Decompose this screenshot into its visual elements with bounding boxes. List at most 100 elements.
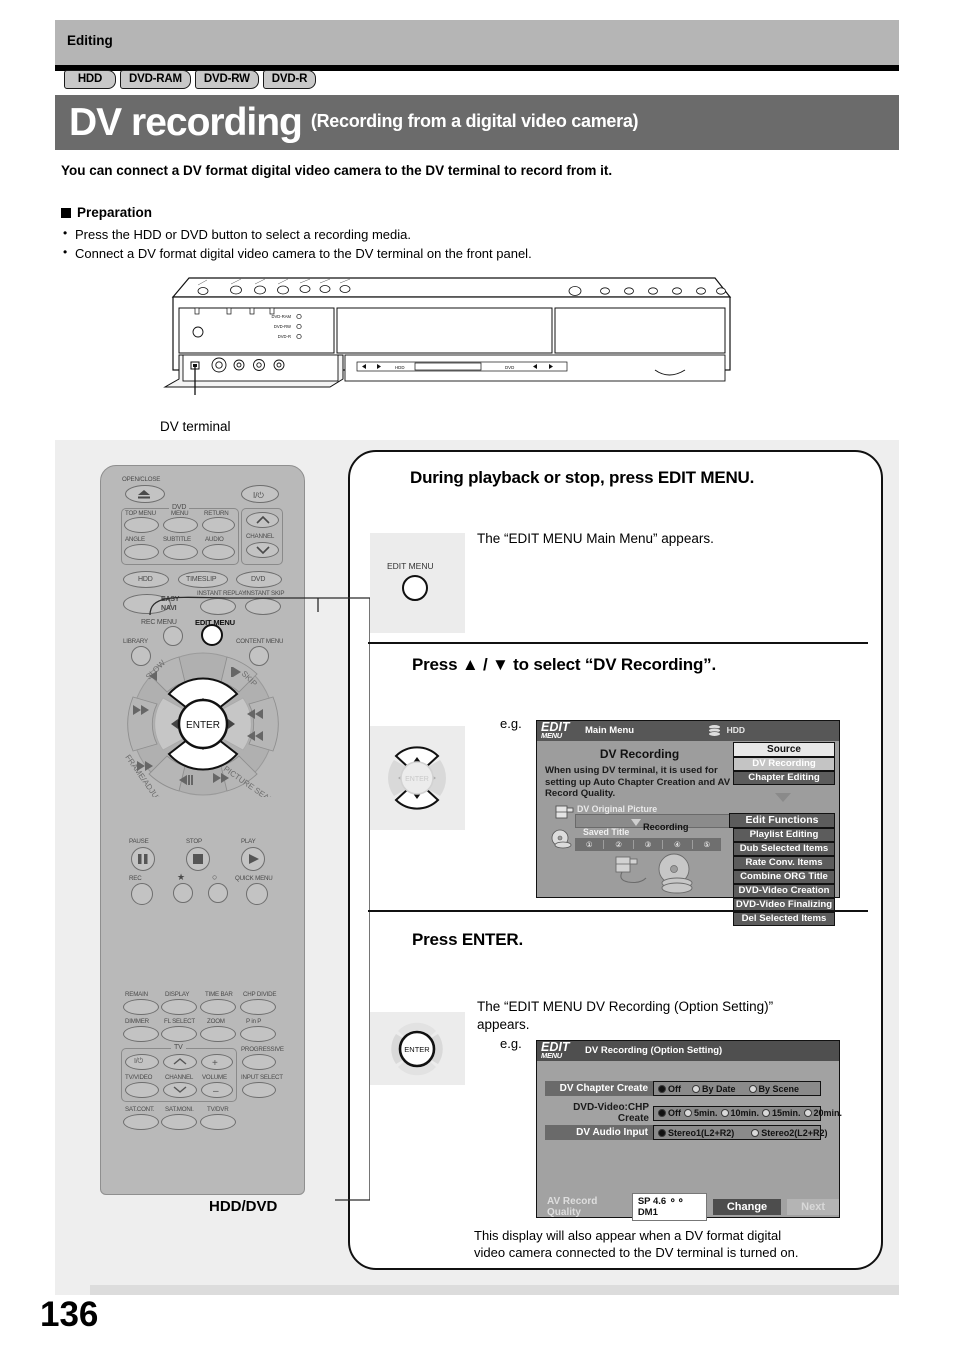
- remote-label-menu: MENU: [171, 510, 189, 517]
- remote-menu-button[interactable]: [163, 517, 198, 533]
- option-label: DV Chapter Create: [545, 1081, 653, 1096]
- change-button[interactable]: Change: [712, 1199, 782, 1215]
- page-subtitle: (Recording from a digital video camera): [310, 111, 639, 131]
- remote-label-channel: CHANNEL: [246, 533, 275, 540]
- remote-label-tv-dvr: TV/DVR: [207, 1106, 229, 1113]
- osd-chapter-bar: ① ② ③ ④ ⑤: [575, 838, 721, 851]
- hdd-stack-icon: [708, 724, 721, 737]
- radio-icon: [684, 1109, 692, 1117]
- remote-label-instant-replay: INSTANT REPLAY: [197, 590, 246, 597]
- section-label: Editing: [67, 33, 113, 48]
- remote-label-content-menu: CONTENT MENU: [236, 638, 284, 645]
- remote-sat-moni-button[interactable]: [161, 1114, 197, 1130]
- next-button[interactable]: Next: [787, 1199, 839, 1215]
- remote-zoom-button[interactable]: [200, 1026, 236, 1042]
- step-2-title: Press ▲ / ▼ to select “DV Recording”.: [412, 655, 717, 674]
- remote-dimmer-button[interactable]: [123, 1026, 159, 1042]
- footer-bar: [90, 1285, 899, 1295]
- remote-label-subtitle: SUBTITLE: [163, 536, 191, 543]
- remote-fl-select-button[interactable]: [161, 1026, 197, 1042]
- osd-edit-function-item[interactable]: Del Selected Items: [733, 912, 835, 926]
- remote-progressive-button[interactable]: [242, 1054, 276, 1070]
- remote-time-bar-button[interactable]: [200, 999, 236, 1015]
- remote-rec-menu-button[interactable]: [163, 626, 183, 646]
- option-choices[interactable]: Off 5min. 10min. 15min. 20min.: [653, 1105, 842, 1121]
- remote-label-top-menu: TOP MENU: [125, 510, 156, 517]
- osd-source-item-chapter-editing[interactable]: Chapter Editing: [733, 771, 835, 785]
- media-badge-list: HDD DVD-RAM DVD-RW DVD-R: [64, 70, 317, 89]
- remote-return-button[interactable]: [202, 517, 235, 533]
- remote-star-icon: ★: [177, 872, 185, 882]
- remote-sat-cont-button[interactable]: [123, 1114, 159, 1130]
- step-3-eg-label: e.g.: [500, 1036, 522, 1051]
- option-choice-off[interactable]: Off: [658, 1084, 681, 1094]
- step-1-keycap: EDIT MENU: [370, 533, 465, 633]
- eject-icon: [138, 490, 150, 499]
- remote-p-in-p-button[interactable]: [240, 1026, 276, 1042]
- remote-circle-button[interactable]: [208, 883, 228, 903]
- remote-label-instant-skip: INSTANT SKIP: [245, 590, 285, 597]
- remote-label-chp-divide: CHP DIVIDE: [243, 991, 277, 998]
- remote-remain-button[interactable]: [123, 999, 159, 1015]
- remote-audio-button[interactable]: [202, 544, 235, 560]
- option-choice-stereo2[interactable]: Stereo2(L2+R2): [751, 1128, 828, 1138]
- option-choices[interactable]: Off By Date By Scene: [653, 1081, 821, 1096]
- remote-quick-menu-button[interactable]: [246, 883, 268, 905]
- osd-edit-function-item[interactable]: DVD-Video Creation: [733, 884, 835, 898]
- step-2-dpad-icon[interactable]: ENTER: [370, 726, 465, 830]
- remote-subtitle-button[interactable]: [163, 544, 198, 560]
- option-choices[interactable]: Stereo1(L2+R2) Stereo2(L2+R2): [653, 1125, 828, 1140]
- remote-chp-divide-button[interactable]: [240, 999, 276, 1015]
- remote-circle-icon: ○: [212, 872, 218, 882]
- option-choice-5min[interactable]: 5min.: [684, 1108, 718, 1118]
- option-choice-10min[interactable]: 10min.: [720, 1108, 759, 1118]
- media-badge-dvd-ram: DVD-RAM: [120, 70, 191, 89]
- step-1-key-circle[interactable]: [402, 575, 428, 601]
- remote-tv-video-button[interactable]: [125, 1082, 159, 1098]
- osd-edit-function-item[interactable]: Combine ORG Title: [733, 870, 835, 884]
- radio-selected-icon: [658, 1084, 666, 1093]
- remote-instant-replay-button[interactable]: [200, 598, 236, 615]
- osd-edit-function-item[interactable]: Playlist Editing: [733, 828, 835, 842]
- remote-label-dimmer: DIMMER: [125, 1018, 149, 1025]
- remote-input-select-button[interactable]: [242, 1082, 276, 1098]
- osd-saved-title-label: Saved Title: [583, 827, 630, 837]
- option-choice-15min[interactable]: 15min.: [762, 1108, 801, 1118]
- osd-edit-function-item[interactable]: Rate Conv. Items: [733, 856, 835, 870]
- pause-icon: [138, 854, 148, 864]
- remote-top-menu-button[interactable]: [124, 517, 159, 533]
- remote-instant-skip-button[interactable]: [245, 598, 281, 615]
- dv-terminal-callout-label: DV terminal: [160, 419, 231, 434]
- option-choice-by-scene[interactable]: By Scene: [748, 1084, 799, 1094]
- step-3-keycap: ENTER: [370, 1011, 465, 1087]
- remote-label-progressive: PROGRESSIVE: [241, 1046, 284, 1053]
- front-panel-illustration: DVD-RAM DVD-RW DVD-R HDD DVD: [155, 275, 740, 415]
- remote-label-quick-menu: QUICK MENU: [235, 875, 273, 882]
- remote-display-button[interactable]: [161, 999, 197, 1015]
- option-row-dvd-video-chp-create: DVD-Video:CHP Create Off 5min. 10min. 15…: [540, 1102, 842, 1124]
- remote-caption: HDD/DVD: [209, 1198, 278, 1215]
- option-choice-stereo1[interactable]: Stereo1(L2+R2): [658, 1128, 734, 1138]
- osd-edit-function-item[interactable]: Dub Selected Items: [733, 842, 835, 856]
- option-row-dv-chapter-create: DV Chapter Create Off By Date By Scene: [545, 1081, 821, 1096]
- step-2-eg-label: e.g.: [500, 716, 522, 731]
- step-divider-2: [368, 910, 868, 912]
- osd-main-heading: DV Recording: [599, 747, 680, 761]
- option-choice-20min[interactable]: 20min.: [803, 1108, 842, 1118]
- remote-dpad[interactable]: ENTER SLOW SKIP FRAME/ADJUST PICTURE SEA…: [119, 652, 287, 797]
- remote-label-play: PLAY: [241, 838, 256, 845]
- remote-angle-button[interactable]: [124, 544, 159, 560]
- option-label: DVD-Video:CHP Create: [573, 1102, 649, 1124]
- step-3-dpad-icon[interactable]: ENTER: [370, 1011, 465, 1087]
- remote-label-return: RETURN: [204, 510, 229, 517]
- remote-edit-menu-button[interactable]: [201, 624, 223, 646]
- option-choice-by-date[interactable]: By Date: [692, 1084, 736, 1094]
- remote-label-display: DISPLAY: [165, 991, 190, 998]
- remote-star-button[interactable]: [173, 883, 193, 903]
- remote-label-angle: ANGLE: [125, 536, 145, 543]
- osd-source-item-dv-recording[interactable]: DV Recording: [733, 757, 835, 771]
- remote-tv-dvr-button[interactable]: [200, 1114, 236, 1130]
- chevron-down-icon: [256, 546, 270, 555]
- option-choice-off[interactable]: Off: [658, 1108, 681, 1118]
- remote-rec-button[interactable]: [131, 883, 153, 905]
